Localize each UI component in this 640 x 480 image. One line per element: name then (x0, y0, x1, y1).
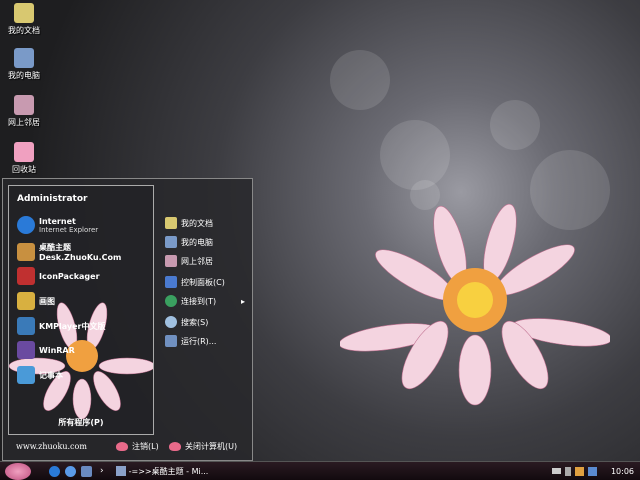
window-icon (115, 466, 126, 476)
paint-icon (17, 292, 35, 310)
menu-search[interactable]: 搜索(S) (165, 316, 208, 328)
menu-connect-to[interactable]: 连接到(T) ▸ (165, 295, 245, 307)
label: 回收站 (12, 165, 36, 174)
logoff-icon (116, 442, 128, 451)
menu-my-documents[interactable]: 我的文档 (165, 217, 213, 229)
label: 桌酷主题Desk.ZhuoKu.Com (38, 243, 122, 262)
browser-icon[interactable] (65, 465, 76, 477)
globe-icon (165, 295, 177, 307)
iconpackager-icon (17, 267, 35, 285)
label: Internet (39, 216, 76, 226)
desktop-icon[interactable] (81, 465, 92, 477)
computer-icon (165, 236, 177, 248)
run-icon (165, 335, 177, 347)
label: 连接到(T) (181, 296, 217, 306)
theme-icon (17, 243, 35, 261)
network-tray-icon[interactable] (587, 466, 597, 476)
label: 关闭计算机(U) (185, 442, 238, 451)
system-tray: 10:06 (551, 466, 634, 476)
taskbar-task[interactable]: -=>>桌酷主题 - Mi... (115, 466, 209, 477)
user-name: Administrator (17, 194, 88, 204)
internet-explorer-icon[interactable] (49, 465, 60, 477)
start-menu: Administrator Internet Internet Explorer … (2, 178, 253, 461)
clock[interactable]: 10:06 (611, 467, 634, 476)
label: WinRAR (39, 345, 75, 355)
menu-network[interactable]: 网上邻居 (165, 255, 213, 267)
program-zhuoku[interactable]: 桌酷主题Desk.ZhuoKu.Com (17, 242, 153, 262)
desktop-icon-recycle-bin[interactable]: 回收站 (2, 142, 46, 175)
label: 记事本 (39, 370, 63, 380)
internet-explorer-icon (17, 216, 35, 234)
volume-icon[interactable] (564, 466, 571, 476)
program-winrar[interactable]: WinRAR (17, 341, 75, 359)
winrar-icon (17, 341, 35, 359)
program-notepad[interactable]: 记事本 (17, 366, 63, 384)
taskbar: › -=>>桌酷主题 - Mi... 10:06 (0, 461, 640, 480)
label: 我的文档 (8, 26, 40, 35)
program-internet-explorer[interactable]: Internet Internet Explorer (17, 216, 98, 234)
label: 画图 (39, 296, 55, 306)
label: 我的电脑 (181, 237, 213, 247)
label: 我的电脑 (8, 71, 40, 80)
logoff-button[interactable]: 注销(L) (116, 441, 159, 452)
lotus-wallpaper (340, 203, 610, 406)
label: 控制面板(C) (181, 277, 225, 287)
program-paint[interactable]: 画图 (17, 292, 55, 310)
control-panel-icon (165, 276, 177, 288)
lotus-decoration (9, 302, 153, 420)
search-icon (165, 316, 177, 328)
program-iconpackager[interactable]: IconPackager (17, 267, 100, 285)
desktop-icon-my-documents[interactable]: 我的文档 (2, 3, 46, 36)
computer-icon (14, 48, 34, 68)
label: 网上邻居 (8, 118, 40, 127)
label: 我的文档 (181, 218, 213, 228)
shutdown-button[interactable]: 关闭计算机(U) (169, 441, 237, 452)
submenu-arrow-icon: ▸ (240, 296, 245, 306)
menu-control-panel[interactable]: 控制面板(C) (165, 276, 225, 288)
label: 搜索(S) (181, 317, 209, 327)
desktop-icon-network[interactable]: 网上邻居 (2, 95, 46, 128)
quicklaunch-chevron-icon[interactable]: › (100, 466, 104, 476)
label: IconPackager (39, 271, 100, 281)
label: 运行(R)... (181, 336, 217, 346)
folder-icon (14, 3, 34, 23)
program-kmplayer[interactable]: KMPlayer中文版 (17, 317, 106, 335)
menu-my-computer[interactable]: 我的电脑 (165, 236, 213, 248)
recycle-bin-icon (14, 142, 34, 162)
user-tray-icon[interactable] (574, 466, 584, 476)
label: 注销(L) (132, 442, 159, 451)
website-link: www.zhuoku.com (16, 442, 87, 451)
task-label: -=>>桌酷主题 - Mi... (128, 466, 209, 476)
all-programs-button[interactable]: 所有程序(P) (9, 417, 153, 428)
desktop-icon-my-computer[interactable]: 我的电脑 (2, 48, 46, 81)
label: 网上邻居 (181, 256, 213, 266)
label: KMPlayer中文版 (39, 321, 106, 331)
kmplayer-icon (17, 317, 35, 335)
menu-run[interactable]: 运行(R)... (165, 335, 216, 347)
notepad-icon (17, 366, 35, 384)
network-icon (14, 95, 34, 115)
keyboard-icon[interactable] (551, 468, 561, 474)
network-icon (165, 255, 177, 267)
shutdown-icon (169, 442, 181, 451)
sublabel: Internet Explorer (39, 225, 99, 234)
pinned-programs: Administrator Internet Internet Explorer … (8, 185, 154, 435)
folder-icon (165, 217, 177, 229)
start-button[interactable] (5, 462, 31, 480)
